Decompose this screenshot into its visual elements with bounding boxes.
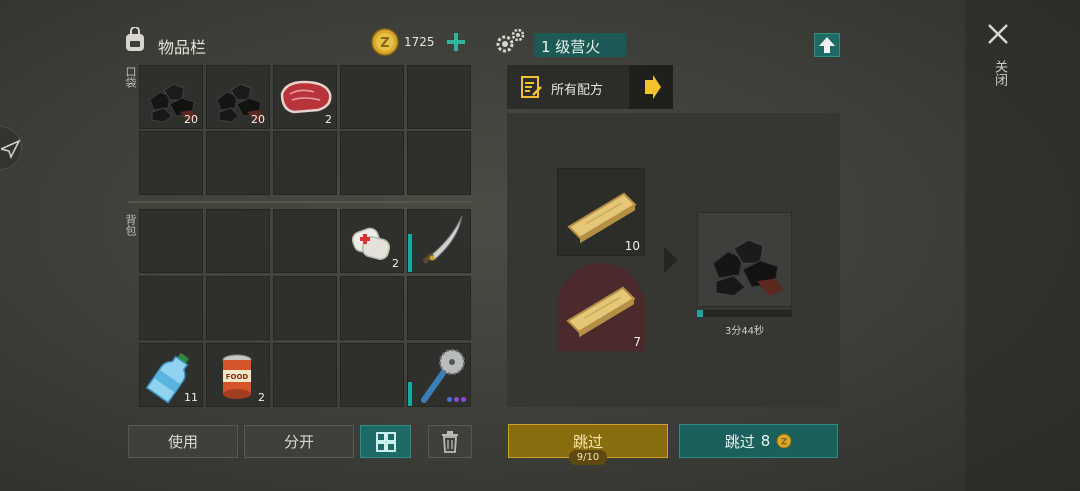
- add-coins-button[interactable]: [444, 30, 468, 54]
- skip-label: 跳过: [572, 432, 603, 451]
- skip-paid-label: 跳过: [724, 432, 755, 451]
- backpack-slot[interactable]: 2: [340, 209, 404, 273]
- trash-button[interactable]: [428, 425, 472, 458]
- pocket-slot[interactable]: [340, 131, 404, 195]
- coin-icon: Z: [776, 433, 792, 449]
- item-count: 11: [184, 391, 198, 404]
- input-slot[interactable]: 10: [557, 168, 645, 256]
- grid-icon: [375, 431, 396, 452]
- quality-dots: [447, 397, 466, 402]
- all-recipes-tab[interactable]: 所有配方: [507, 65, 673, 109]
- skip-uses-badge: 9/10: [569, 450, 607, 465]
- craft-time: 3分44秒: [724, 326, 765, 337]
- upgrade-button[interactable]: [814, 33, 840, 57]
- plus-icon: [447, 33, 465, 51]
- upgrade-arrow-icon: [819, 37, 835, 53]
- output-slot[interactable]: [697, 212, 792, 307]
- item-count: 10: [624, 239, 640, 253]
- item-count: 20: [251, 113, 265, 126]
- trash-icon: [442, 430, 458, 453]
- pocket-slot[interactable]: [206, 131, 270, 195]
- backpack-slot[interactable]: [273, 276, 337, 340]
- can-label: FOOD: [226, 373, 249, 381]
- coal-icon: [712, 238, 785, 297]
- skip-cost: 8: [760, 432, 771, 450]
- backpack-slot[interactable]: FOOD 2: [206, 343, 270, 407]
- backpack-label: 背包: [124, 214, 137, 236]
- backpack-icon: [122, 26, 148, 53]
- backpack-slot[interactable]: [407, 209, 471, 273]
- backpack-slot[interactable]: [340, 343, 404, 407]
- pocket-slot[interactable]: 20: [139, 65, 203, 129]
- svg-text:Z: Z: [380, 36, 389, 51]
- arrow-right-icon: [645, 75, 661, 99]
- pocket-slot[interactable]: 2: [273, 65, 337, 129]
- pocket-slot[interactable]: [340, 65, 404, 129]
- backpack-slot[interactable]: 11: [139, 343, 203, 407]
- station-level: 1 级营火: [534, 33, 626, 57]
- item-count: 2: [258, 391, 265, 404]
- backpack-slot[interactable]: [206, 276, 270, 340]
- use-button[interactable]: 使用: [128, 425, 238, 458]
- pocket-slot[interactable]: 20: [206, 65, 270, 129]
- settings-gear-icon: [494, 26, 528, 56]
- backpack-slot[interactable]: [206, 209, 270, 273]
- recipes-arrow-button[interactable]: [629, 65, 673, 109]
- item-count: 2: [325, 113, 332, 126]
- close-label: 关闭: [992, 60, 1007, 86]
- input-slot[interactable]: 7: [557, 263, 645, 351]
- backpack-slot[interactable]: [407, 276, 471, 340]
- map-nav-button[interactable]: [0, 126, 22, 170]
- backpack-slot[interactable]: [273, 209, 337, 273]
- backpack-slot[interactable]: [139, 209, 203, 273]
- section-divider: [128, 201, 472, 203]
- item-count: 20: [184, 113, 198, 126]
- backpack-slot[interactable]: [139, 276, 203, 340]
- pocket-slot[interactable]: [407, 131, 471, 195]
- craft-progress-bar: [697, 310, 792, 317]
- craft-progress-fill: [697, 310, 703, 317]
- sort-button[interactable]: [360, 425, 411, 458]
- backpack-slot[interactable]: [273, 343, 337, 407]
- item-count: 2: [392, 257, 399, 270]
- wood-plank-icon: [566, 286, 636, 339]
- split-button[interactable]: 分开: [244, 425, 354, 458]
- all-recipes-label: 所有配方: [551, 83, 604, 98]
- pocket-slot[interactable]: [273, 131, 337, 195]
- pocket-slot[interactable]: [139, 131, 203, 195]
- coin-icon: Z: [371, 28, 399, 56]
- close-button[interactable]: [984, 20, 1012, 48]
- close-strip: [965, 0, 1080, 491]
- crafting-panel: 10 7 3分44秒: [507, 113, 840, 407]
- craft-arrow-icon: [664, 247, 678, 273]
- inventory-title: 物品栏: [158, 38, 207, 57]
- machete-icon: [422, 215, 463, 264]
- close-icon: [988, 24, 1008, 44]
- pocket-label: 口袋: [124, 66, 137, 88]
- navigation-arrow-icon: [1, 139, 21, 159]
- backpack-slot[interactable]: [407, 343, 471, 407]
- item-count: 7: [633, 335, 641, 349]
- coin-balance: 1725: [404, 35, 435, 49]
- skip-with-coins-button[interactable]: 跳过 8 Z: [679, 424, 838, 458]
- backpack-slot[interactable]: [340, 276, 404, 340]
- pocket-slot[interactable]: [407, 65, 471, 129]
- svg-text:Z: Z: [781, 438, 788, 448]
- recipe-list-icon: [521, 76, 542, 98]
